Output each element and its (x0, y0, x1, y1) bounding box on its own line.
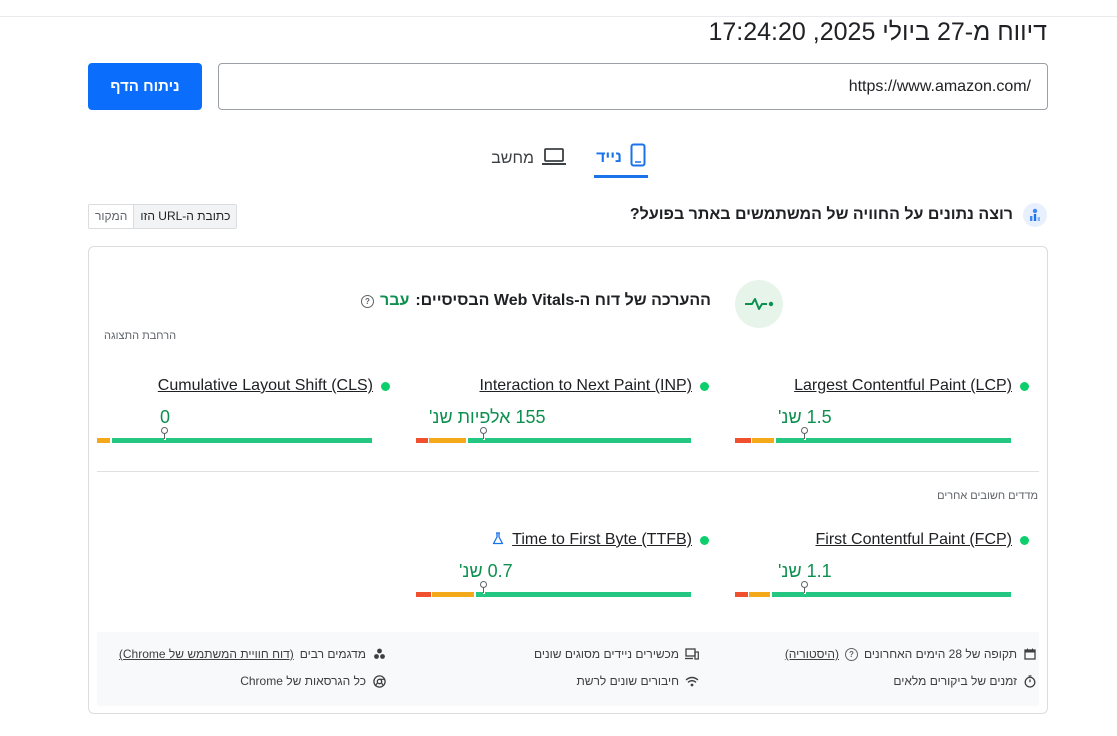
calendar-icon (1023, 648, 1037, 660)
metric-fcp-marker (801, 581, 808, 594)
metric-inp[interactable]: Interaction to Next Paint (INP) (479, 377, 709, 395)
metric-ttfb[interactable]: Time to First Byte (TTFB) (492, 531, 709, 549)
crux-question: רוצה נתונים על החוויה של המשתמשים באתר ב… (630, 203, 1047, 227)
assessment-status: עבר (379, 292, 410, 309)
good-status-dot (1020, 381, 1029, 391)
metric-ttfb-bar (416, 581, 691, 597)
good-status-dot (381, 381, 390, 391)
toggle-origin[interactable]: המקור (89, 205, 135, 228)
devices-icon (685, 648, 699, 660)
assessment-label: ההערכה של דוח ה-Web Vitals הבסיסיים: (415, 292, 711, 309)
section-divider (97, 471, 1039, 472)
phone-icon (630, 143, 646, 172)
footer-period: תקופה של 28 הימים האחרונים ? (היסטוריה) (785, 647, 1037, 661)
timer-icon (1023, 674, 1037, 688)
metric-fcp-value: 1.1 שנ' (778, 561, 832, 581)
tab-desktop[interactable]: מחשב (486, 140, 566, 178)
history-link[interactable]: (היסטוריה) (785, 647, 839, 661)
metric-inp-value: 155 אלפיות שנ' (429, 407, 546, 427)
other-metrics-label: מדדים חשובים אחרים (937, 490, 1038, 502)
metric-lcp-bar (735, 427, 1011, 443)
footer-devices: מכשירים ניידים מסוגים שונים (534, 647, 699, 661)
toggle-this-url[interactable]: כתובת ה-URL הזו (134, 205, 237, 228)
crux-question-text: רוצה נתונים על החוויה של המשתמשים באתר ב… (629, 206, 1013, 223)
wifi-icon (685, 676, 699, 687)
footer-samples: מדגמים רבים (דוח חוויית המשתמש של Chrome… (119, 647, 386, 661)
metric-lcp-value: 1.5 שנ' (778, 407, 832, 427)
good-status-dot (1020, 535, 1029, 545)
tab-desktop-label: מחשב (491, 150, 534, 167)
data-source-footer (97, 632, 1039, 706)
help-icon[interactable]: ? (360, 294, 374, 308)
good-status-dot (700, 535, 709, 545)
tab-mobile-label: נייד (596, 148, 622, 166)
metric-ttfb-value: 0.7 שנ' (459, 561, 513, 581)
metric-inp-bar (416, 427, 691, 443)
report-title: דיווח מ-27 ביולי 2025, 17:24:20 (708, 18, 1048, 46)
metric-cls-bar (97, 427, 372, 443)
metric-cls-value: 0 (160, 407, 171, 427)
footer-network-text: חיבורים שונים לרשת (576, 674, 679, 688)
tab-mobile[interactable]: נייד (594, 140, 648, 178)
chrome-icon (372, 674, 386, 688)
help-icon[interactable]: ? (845, 647, 858, 661)
url-origin-toggle: כתובת ה-URL הזו המקור (88, 204, 238, 229)
url-input[interactable] (218, 63, 1048, 110)
footer-chrome: כל הגרסאות של Chrome (240, 674, 386, 688)
footer-visits-text: זמנים של ביקורים מלאים (893, 674, 1017, 688)
analyze-button[interactable]: ניתוח הדף (88, 63, 202, 110)
footer-samples-text: מדגמים רבים (299, 647, 366, 661)
footer-chrome-text: כל הגרסאות של Chrome (240, 674, 366, 688)
footer-period-text: תקופה של 28 הימים האחרונים (864, 647, 1017, 661)
samples-icon (372, 648, 386, 660)
pulse-icon (735, 280, 783, 328)
metric-inp-name: Interaction to Next Paint (INP) (479, 377, 692, 394)
footer-visits: זמנים של ביקורים מלאים (893, 674, 1037, 688)
laptop-icon (542, 147, 566, 171)
top-divider (0, 16, 1117, 17)
metric-ttfb-marker (480, 581, 487, 594)
metric-cls-name: Cumulative Layout Shift (CLS) (157, 377, 373, 394)
metric-inp-marker (480, 427, 487, 440)
metric-fcp[interactable]: First Contentful Paint (FCP) (815, 531, 1029, 549)
footer-devices-text: מכשירים ניידים מסוגים שונים (533, 647, 679, 661)
cwv-assessment: ההערכה של דוח ה-Web Vitals הבסיסיים: עבר… (360, 292, 711, 310)
good-status-dot (700, 381, 709, 391)
users-chart-icon (1023, 203, 1047, 227)
metric-cls[interactable]: Cumulative Layout Shift (CLS) (158, 377, 390, 395)
crux-report-link[interactable]: (דוח חוויית המשתמש של Chrome) (119, 647, 294, 661)
metric-lcp-marker (801, 427, 808, 440)
metric-cls-marker (161, 427, 168, 440)
flask-icon (492, 532, 504, 548)
metric-fcp-name: First Contentful Paint (FCP) (815, 531, 1013, 548)
metric-lcp-name: Largest Contentful Paint (LCP) (794, 377, 1012, 394)
metric-ttfb-name: Time to First Byte (TTFB) (512, 531, 692, 548)
metric-fcp-bar (735, 581, 1011, 597)
metric-lcp[interactable]: Largest Contentful Paint (LCP) (794, 377, 1029, 395)
footer-network: חיבורים שונים לרשת (576, 674, 699, 688)
expand-view-link[interactable]: הרחבת התצוגה (104, 330, 176, 342)
